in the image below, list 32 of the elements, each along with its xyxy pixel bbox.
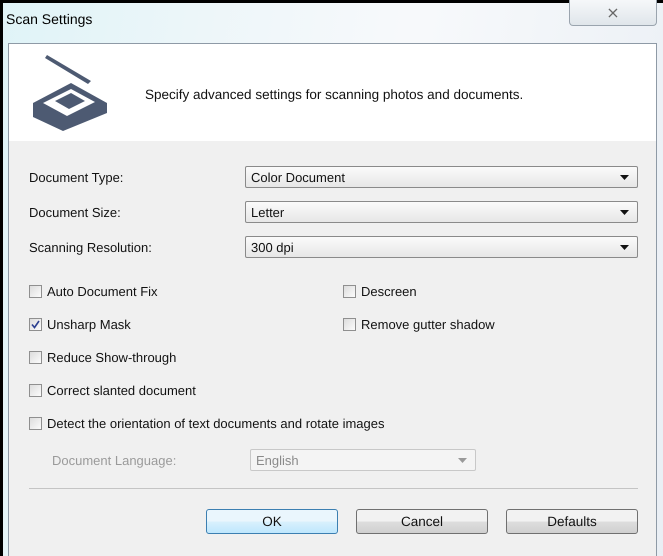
dropdown-arrow-icon bbox=[458, 458, 467, 462]
field-label: Scanning Resolution: bbox=[29, 240, 153, 254]
dialog-button[interactable]: OK bbox=[206, 509, 338, 534]
checkbox-label: Descreen bbox=[361, 284, 417, 299]
dialog-button[interactable]: Defaults bbox=[506, 509, 638, 534]
dropdown-arrow-icon bbox=[620, 244, 629, 250]
checkbox-label: Auto Document Fix bbox=[47, 284, 158, 299]
close-button[interactable]: ⨯ bbox=[569, 0, 657, 26]
field-label: Document Language: bbox=[52, 452, 178, 468]
dropdown[interactable]: Letter bbox=[245, 201, 638, 223]
checkbox[interactable] bbox=[29, 384, 42, 397]
dialog-button[interactable]: Cancel bbox=[356, 509, 488, 534]
checkbox[interactable] bbox=[29, 318, 42, 331]
dropdown-arrow-icon bbox=[620, 174, 629, 180]
checkmark-icon bbox=[31, 320, 40, 329]
checkbox[interactable] bbox=[29, 417, 42, 430]
checkbox-label: Reduce Show-through bbox=[47, 350, 176, 365]
dropdown[interactable]: 300 dpi bbox=[245, 236, 638, 258]
checkbox[interactable] bbox=[29, 351, 42, 364]
checkbox[interactable] bbox=[343, 318, 356, 331]
window-title: Scan Settings bbox=[5, 10, 92, 27]
dropdown-arrow-icon bbox=[620, 210, 629, 214]
dropdown[interactable]: Color Document bbox=[245, 166, 638, 188]
checkbox[interactable] bbox=[343, 285, 356, 298]
checkbox[interactable] bbox=[29, 285, 42, 298]
field-label: Document Type: bbox=[29, 170, 124, 184]
field-label: Document Size: bbox=[29, 204, 122, 220]
checkbox-label: Unsharp Mask bbox=[47, 317, 131, 332]
description-text: Specify advanced settings for scanning photos and documents. bbox=[145, 86, 524, 102]
checkbox-label: Detect the orientation of text documents and rotate images bbox=[47, 416, 384, 431]
checkbox-label: Remove gutter shadow bbox=[361, 317, 495, 332]
checkbox-label: Correct slanted document bbox=[47, 383, 196, 398]
